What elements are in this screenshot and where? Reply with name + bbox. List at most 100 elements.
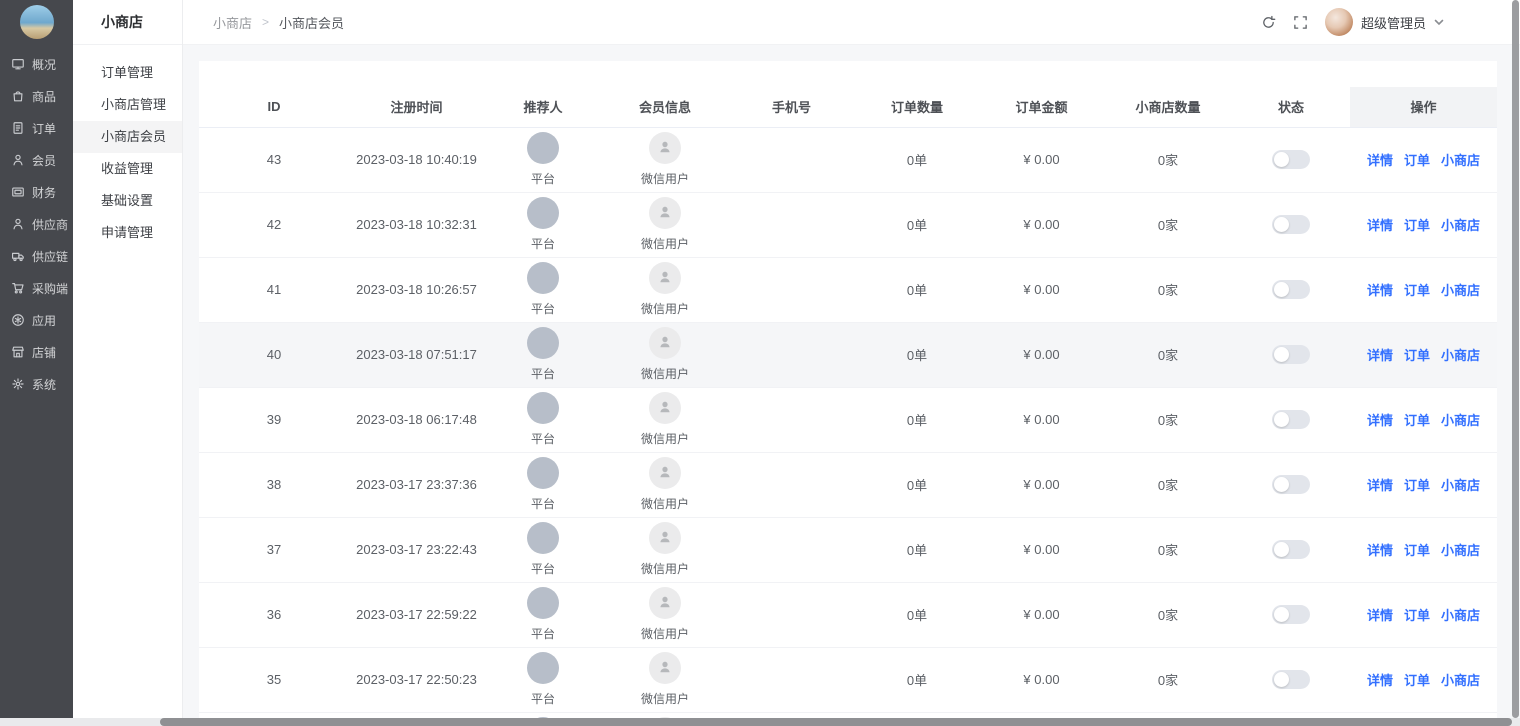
person-icon: [657, 529, 673, 548]
action-shop-link[interactable]: 小商店: [1441, 280, 1480, 299]
status-toggle[interactable]: [1272, 280, 1310, 299]
action-shop-link[interactable]: 小商店: [1441, 540, 1480, 559]
member-avatar: [649, 392, 681, 424]
column-header: 订单金额: [979, 87, 1104, 127]
submenu-item-2[interactable]: 小商店管理: [73, 89, 182, 121]
action-detail-link[interactable]: 详情: [1367, 605, 1393, 624]
cell-status: [1232, 257, 1350, 322]
action-order-link[interactable]: 订单: [1404, 410, 1430, 429]
fullscreen-icon[interactable]: [1293, 14, 1309, 30]
cell-phone: [728, 127, 855, 192]
sidebar-item-order[interactable]: 订单: [0, 112, 73, 144]
sidebar-item-member[interactable]: 会员: [0, 144, 73, 176]
table-row: 372023-03-17 23:22:43平台微信用户0单¥ 0.000家详情订…: [199, 517, 1497, 582]
action-shop-link[interactable]: 小商店: [1441, 150, 1480, 169]
action-detail-link[interactable]: 详情: [1367, 150, 1393, 169]
sidebar-item-goods[interactable]: 商品: [0, 80, 73, 112]
action-order-link[interactable]: 订单: [1404, 150, 1430, 169]
person-icon: [657, 594, 673, 613]
procurement-icon: [11, 281, 25, 295]
action-detail-link[interactable]: 详情: [1367, 410, 1393, 429]
person-icon: [657, 204, 673, 223]
action-detail-link[interactable]: 详情: [1367, 670, 1393, 689]
cell-phone: [728, 582, 855, 647]
action-order-link[interactable]: 订单: [1404, 605, 1430, 624]
horizontal-scrollbar-thumb[interactable]: [160, 718, 1512, 726]
referrer-avatar: [527, 652, 559, 684]
column-header: 注册时间: [349, 87, 484, 127]
action-shop-link[interactable]: 小商店: [1441, 475, 1480, 494]
action-detail-link[interactable]: 详情: [1367, 345, 1393, 364]
horizontal-scrollbar-track[interactable]: [0, 718, 1520, 726]
submenu-item-4[interactable]: 收益管理: [73, 153, 182, 185]
sidebar-item-label: 供应链: [32, 248, 68, 265]
cell-actions: 详情订单小商店: [1350, 387, 1497, 452]
status-toggle[interactable]: [1272, 215, 1310, 234]
member-avatar: [649, 327, 681, 359]
submenu-item-1[interactable]: 订单管理: [73, 57, 182, 89]
action-shop-link[interactable]: 小商店: [1441, 410, 1480, 429]
user-avatar: [1325, 8, 1353, 36]
status-toggle[interactable]: [1272, 670, 1310, 689]
sidebar-item-supply-chain[interactable]: 供应链: [0, 240, 73, 272]
action-order-link[interactable]: 订单: [1404, 215, 1430, 234]
sidebar-item-label: 采购端: [32, 280, 68, 297]
cell-order-count: 0单: [855, 192, 979, 257]
submenu-item-6[interactable]: 申请管理: [73, 217, 182, 249]
cell-actions: 详情订单小商店: [1350, 517, 1497, 582]
toggle-knob: [1274, 282, 1289, 297]
status-toggle[interactable]: [1272, 150, 1310, 169]
action-order-link[interactable]: 订单: [1404, 345, 1430, 364]
action-order-link[interactable]: 订单: [1404, 280, 1430, 299]
action-order-link[interactable]: 订单: [1404, 670, 1430, 689]
action-order-link[interactable]: 订单: [1404, 475, 1430, 494]
sidebar-item-system[interactable]: 系统: [0, 368, 73, 400]
action-shop-link[interactable]: 小商店: [1441, 670, 1480, 689]
avatar-label: 平台: [531, 170, 555, 187]
breadcrumb-parent[interactable]: 小商店: [213, 13, 252, 32]
topbar-right: 超级管理员: [1261, 8, 1444, 36]
avatar-label: 平台: [531, 495, 555, 512]
user-menu[interactable]: 超级管理员: [1325, 8, 1444, 36]
sidebar-item-procurement[interactable]: 采购端: [0, 272, 73, 304]
toggle-knob: [1274, 477, 1289, 492]
action-detail-link[interactable]: 详情: [1367, 540, 1393, 559]
submenu-item-5[interactable]: 基础设置: [73, 185, 182, 217]
status-toggle[interactable]: [1272, 345, 1310, 364]
sidebar-item-apps[interactable]: 应用: [0, 304, 73, 336]
avatar-label: 微信用户: [641, 495, 689, 512]
refresh-icon[interactable]: [1261, 14, 1277, 30]
shop-icon: [11, 345, 25, 359]
action-order-link[interactable]: 订单: [1404, 540, 1430, 559]
secondary-sidebar: 小商店 订单管理小商店管理小商店会员收益管理基础设置申请管理: [73, 0, 183, 726]
cell-id: 43: [199, 127, 349, 192]
vertical-scrollbar[interactable]: [1512, 0, 1519, 718]
status-toggle[interactable]: [1272, 475, 1310, 494]
sidebar-item-dashboard[interactable]: 概况: [0, 48, 73, 80]
status-toggle[interactable]: [1272, 605, 1310, 624]
action-detail-link[interactable]: 详情: [1367, 280, 1393, 299]
action-shop-link[interactable]: 小商店: [1441, 345, 1480, 364]
action-shop-link[interactable]: 小商店: [1441, 605, 1480, 624]
sidebar-item-finance[interactable]: 财务: [0, 176, 73, 208]
site-logo[interactable]: [20, 5, 54, 39]
cell-member-info: 微信用户: [602, 387, 728, 452]
sidebar-item-shop[interactable]: 店铺: [0, 336, 73, 368]
column-header: 会员信息: [602, 87, 728, 127]
cell-status: [1232, 647, 1350, 712]
action-detail-link[interactable]: 详情: [1367, 215, 1393, 234]
sidebar-item-supplier[interactable]: 供应商: [0, 208, 73, 240]
cell-order-count: 0单: [855, 517, 979, 582]
action-detail-link[interactable]: 详情: [1367, 475, 1393, 494]
action-shop-link[interactable]: 小商店: [1441, 215, 1480, 234]
cell-order-count: 0单: [855, 322, 979, 387]
status-toggle[interactable]: [1272, 410, 1310, 429]
submenu-item-3[interactable]: 小商店会员: [73, 121, 182, 153]
cell-status: [1232, 452, 1350, 517]
cell-id: 38: [199, 452, 349, 517]
user-name: 超级管理员: [1361, 13, 1426, 32]
breadcrumb: 小商店 > 小商店会员: [213, 13, 344, 32]
cell-register-time: 2023-03-18 10:26:57: [349, 257, 484, 322]
table-row: 382023-03-17 23:37:36平台微信用户0单¥ 0.000家详情订…: [199, 452, 1497, 517]
status-toggle[interactable]: [1272, 540, 1310, 559]
